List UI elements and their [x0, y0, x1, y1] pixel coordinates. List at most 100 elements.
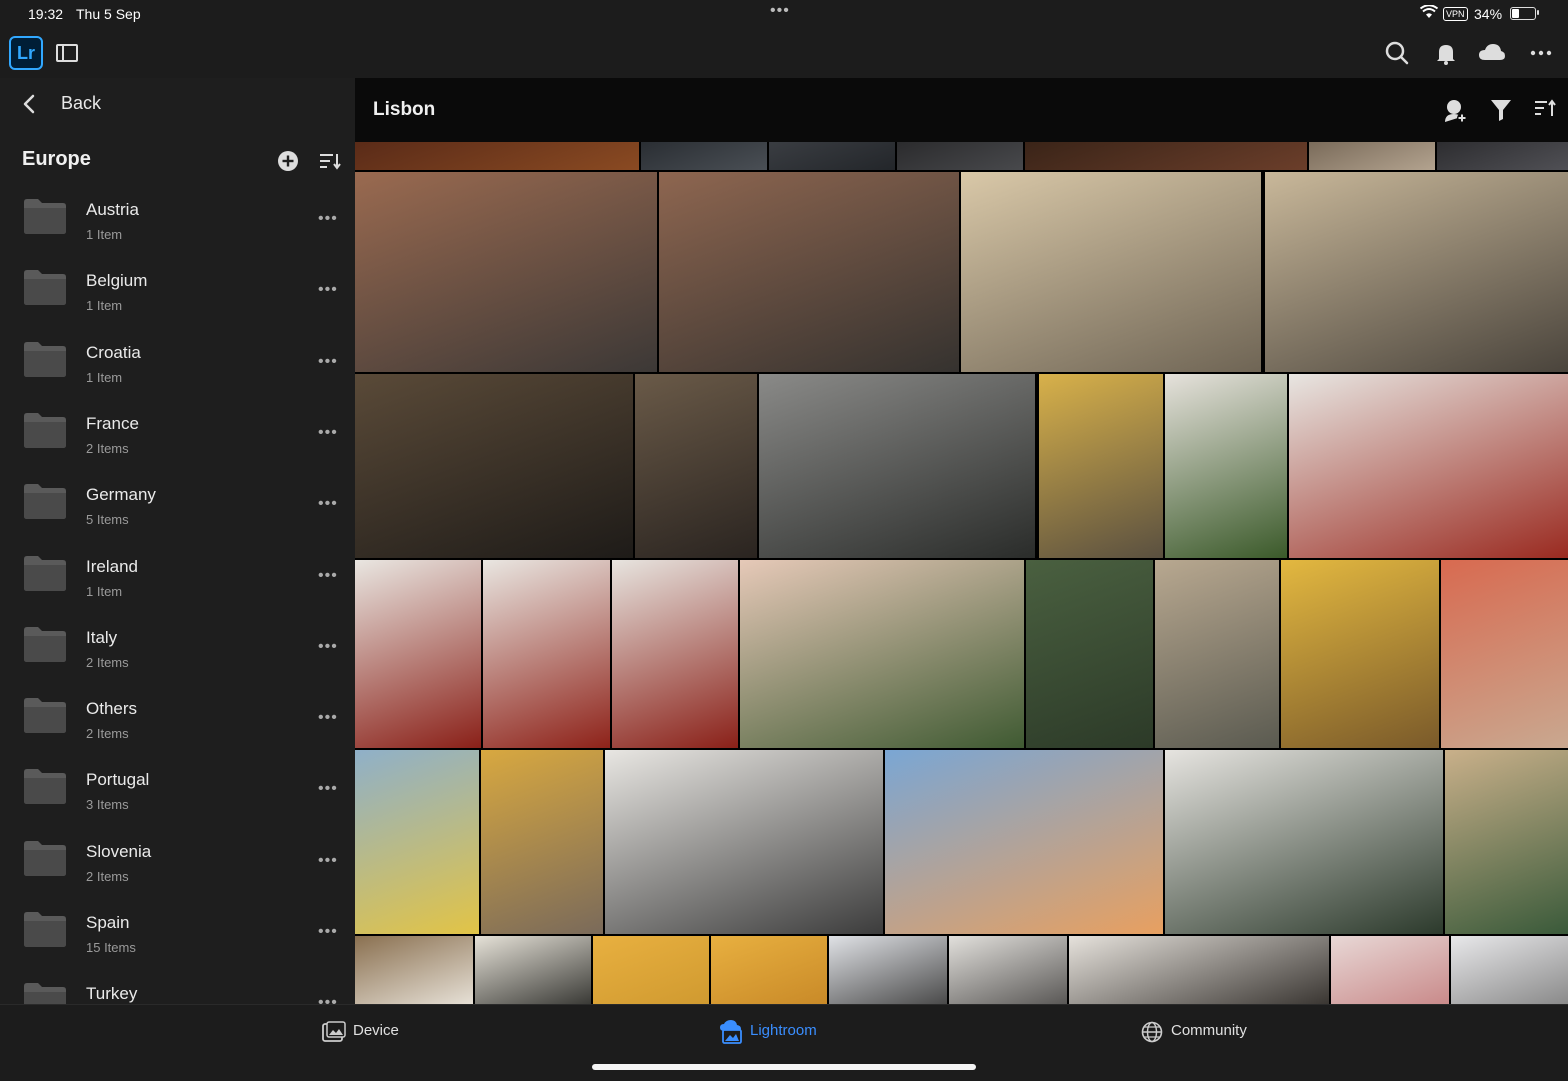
folder-count: 1 Item: [86, 583, 123, 599]
photo-thumbnail[interactable]: [1155, 560, 1279, 748]
folder-icon: [24, 982, 66, 1004]
folder-icon: [24, 768, 66, 809]
folder-name: Slovenia: [86, 841, 152, 861]
photo-thumbnail[interactable]: [1025, 142, 1307, 170]
photo-grid[interactable]: [355, 142, 1568, 1004]
folder-item-spain[interactable]: Spain 15 Items •••: [0, 897, 355, 968]
album-view: Lisbon: [355, 78, 1568, 1004]
sort-icon[interactable]: [1533, 98, 1557, 125]
photo-thumbnail[interactable]: [1165, 750, 1443, 934]
home-indicator[interactable]: [592, 1064, 976, 1070]
photo-thumbnail[interactable]: [1445, 750, 1568, 934]
folder-more-icon[interactable]: •••: [318, 567, 338, 585]
photo-thumbnail[interactable]: [740, 560, 1024, 748]
tab-lightroom[interactable]: Lightroom: [718, 1019, 828, 1045]
photo-thumbnail[interactable]: [1289, 374, 1568, 558]
photo-thumbnail[interactable]: [1331, 936, 1449, 1004]
photo-thumbnail[interactable]: [829, 936, 947, 1004]
folder-more-icon[interactable]: •••: [318, 353, 338, 371]
photo-thumbnail[interactable]: [355, 936, 473, 1004]
photo-thumbnail[interactable]: [1039, 374, 1163, 558]
folder-more-icon[interactable]: •••: [318, 281, 338, 299]
search-icon[interactable]: [1384, 40, 1410, 66]
photo-thumbnail[interactable]: [1309, 142, 1435, 170]
folder-count: 5 Items: [86, 512, 129, 528]
photo-thumbnail[interactable]: [355, 142, 639, 170]
photo-thumbnail[interactable]: [1451, 936, 1568, 1004]
photo-thumbnail[interactable]: [355, 560, 481, 748]
folder-item-austria[interactable]: Austria 1 Item •••: [0, 184, 355, 255]
folder-more-icon[interactable]: •••: [318, 638, 338, 656]
tab-community[interactable]: Community: [1141, 1019, 1251, 1045]
photo-thumbnail[interactable]: [593, 936, 709, 1004]
photo-thumbnail[interactable]: [1069, 936, 1329, 1004]
photo-thumbnail[interactable]: [641, 142, 767, 170]
photo-thumbnail[interactable]: [1437, 142, 1568, 170]
folder-count: 1 Item: [86, 298, 123, 314]
photo-thumbnail[interactable]: [355, 750, 479, 934]
photo-thumbnail[interactable]: [1265, 172, 1568, 372]
photo-thumbnail[interactable]: [475, 936, 591, 1004]
folder-item-croatia[interactable]: Croatia 1 Item •••: [0, 327, 355, 398]
photo-thumbnail[interactable]: [659, 172, 959, 372]
folder-item-ireland[interactable]: Ireland 1 Item •••: [0, 541, 355, 612]
folder-more-icon[interactable]: •••: [318, 210, 338, 228]
photo-thumbnail[interactable]: [355, 374, 633, 558]
lightroom-cloud-icon: [718, 1019, 744, 1050]
folder-more-icon[interactable]: •••: [318, 852, 338, 870]
folder-more-icon[interactable]: •••: [318, 495, 338, 513]
add-folder-icon[interactable]: [277, 150, 299, 177]
photo-thumbnail[interactable]: [483, 560, 610, 748]
photo-thumbnail[interactable]: [1441, 560, 1568, 748]
add-person-icon[interactable]: [1443, 98, 1469, 129]
photo-thumbnail[interactable]: [1281, 560, 1439, 748]
bell-icon[interactable]: [1433, 40, 1459, 66]
photo-thumbnail[interactable]: [769, 142, 895, 170]
photo-thumbnail[interactable]: [885, 750, 1163, 934]
battery-tip: [1537, 10, 1539, 15]
folder-name: Ireland: [86, 556, 138, 576]
back-button[interactable]: Back: [0, 78, 355, 130]
folder-item-italy[interactable]: Italy 2 Items •••: [0, 612, 355, 683]
folder-count: 1 Item: [86, 369, 123, 385]
folder-item-portugal[interactable]: Portugal 3 Items •••: [0, 754, 355, 825]
folder-more-icon[interactable]: •••: [318, 780, 338, 798]
folder-icon: [24, 911, 66, 952]
photo-thumbnail[interactable]: [605, 750, 883, 934]
photo-thumbnail[interactable]: [759, 374, 1035, 558]
folder-more-icon[interactable]: •••: [318, 994, 338, 1004]
folder-count: 2 Items: [86, 654, 129, 670]
photo-thumbnail[interactable]: [711, 936, 827, 1004]
photo-thumbnail[interactable]: [635, 374, 757, 558]
filter-icon[interactable]: [1490, 98, 1512, 127]
folder-item-slovenia[interactable]: Slovenia 2 Items •••: [0, 826, 355, 897]
folder-item-turkey[interactable]: Turkey •••: [0, 968, 355, 1004]
folder-item-germany[interactable]: Germany 5 Items •••: [0, 469, 355, 540]
folder-name: Italy: [86, 627, 118, 647]
sort-folders-icon[interactable]: [318, 152, 342, 175]
folder-more-icon[interactable]: •••: [318, 424, 338, 442]
sidebar-toggle-icon[interactable]: [56, 44, 78, 62]
folder-item-france[interactable]: France 2 Items •••: [0, 398, 355, 469]
folder-item-belgium[interactable]: Belgium 1 Item •••: [0, 255, 355, 326]
folder-item-others[interactable]: Others 2 Items •••: [0, 683, 355, 754]
tab-device-label: Device: [353, 1022, 399, 1039]
photo-thumbnail[interactable]: [1026, 560, 1153, 748]
photo-thumbnail[interactable]: [949, 936, 1067, 1004]
folder-more-icon[interactable]: •••: [318, 709, 338, 727]
more-icon[interactable]: [1530, 40, 1556, 66]
folder-more-icon[interactable]: •••: [318, 923, 338, 941]
photo-thumbnail[interactable]: [612, 560, 738, 748]
status-date: Thu 5 Sep: [76, 6, 141, 22]
photo-thumbnail[interactable]: [897, 142, 1023, 170]
photo-thumbnail[interactable]: [481, 750, 603, 934]
photo-thumbnail[interactable]: [1165, 374, 1287, 558]
photo-thumbnail[interactable]: [961, 172, 1261, 372]
cloud-icon[interactable]: [1477, 40, 1507, 66]
folder-name: Turkey: [86, 984, 138, 1004]
photo-thumbnail[interactable]: [355, 172, 657, 372]
tab-device[interactable]: Device: [322, 1019, 402, 1045]
lightroom-logo[interactable]: Lr: [9, 36, 43, 70]
section-title: Europe: [22, 148, 91, 170]
multitasking-dots[interactable]: •••: [770, 2, 790, 20]
